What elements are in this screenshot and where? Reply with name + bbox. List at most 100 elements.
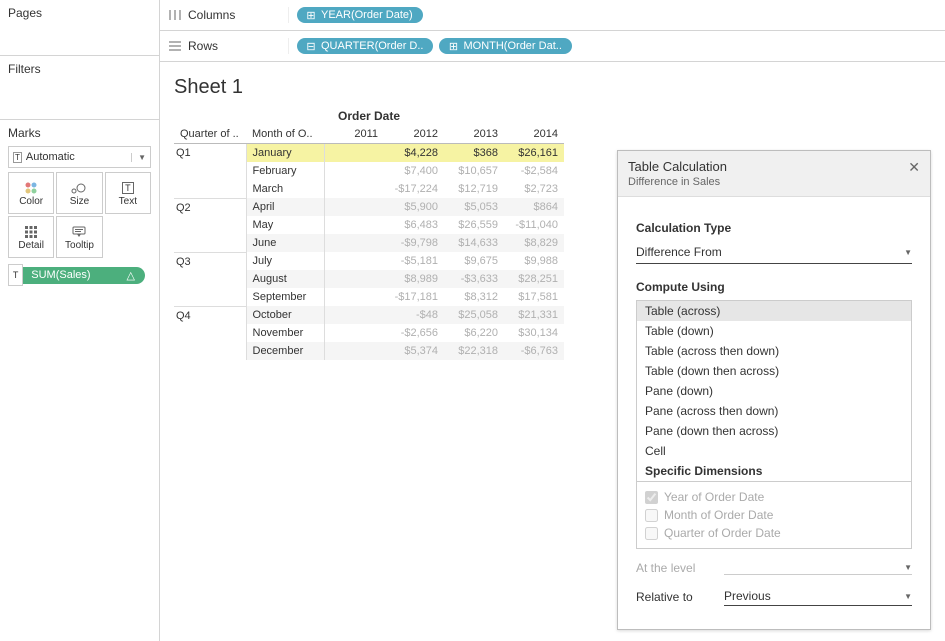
compute-option[interactable]: Cell <box>637 441 911 461</box>
value-cell[interactable]: -$17,181 <box>384 288 444 306</box>
value-cell[interactable]: $26,161 <box>504 144 564 163</box>
compute-option[interactable]: Table (down then across) <box>637 361 911 381</box>
table-row[interactable]: Q1January$4,228$368$26,161 <box>174 144 564 163</box>
value-cell[interactable]: -$9,798 <box>384 234 444 252</box>
quarter-cell[interactable]: Q1 <box>174 144 246 199</box>
value-cell[interactable]: -$2,584 <box>504 162 564 180</box>
marks-type-dropdown[interactable]: T Automatic ▼ <box>8 146 151 168</box>
month-cell[interactable]: February <box>246 162 324 180</box>
quarter-cell[interactable]: Q4 <box>174 306 246 360</box>
value-cell[interactable]: $5,053 <box>444 198 504 216</box>
value-cell[interactable] <box>324 288 384 306</box>
col-year[interactable]: 2012 <box>384 125 444 144</box>
value-cell[interactable]: -$3,633 <box>444 270 504 288</box>
col-year[interactable]: 2011 <box>324 125 384 144</box>
value-cell[interactable]: -$6,763 <box>504 342 564 360</box>
value-cell[interactable] <box>324 180 384 198</box>
col-year[interactable]: 2013 <box>444 125 504 144</box>
quarter-cell[interactable]: Q3 <box>174 252 246 306</box>
compute-option[interactable]: Specific Dimensions <box>637 461 911 481</box>
close-icon[interactable]: ✕ <box>908 159 920 176</box>
value-cell[interactable]: $8,312 <box>444 288 504 306</box>
sheet-title[interactable]: Sheet 1 <box>174 76 931 99</box>
value-cell[interactable]: $7,400 <box>384 162 444 180</box>
marks-color-button[interactable]: Color <box>8 172 54 214</box>
columns-shelf[interactable]: ⊞ YEAR(Order Date) <box>288 7 937 23</box>
month-cell[interactable]: October <box>246 306 324 324</box>
col-year[interactable]: 2014 <box>504 125 564 144</box>
col-quarter[interactable]: Quarter of .. <box>174 125 246 144</box>
month-cell[interactable]: January <box>246 144 324 163</box>
value-cell[interactable]: $21,331 <box>504 306 564 324</box>
rows-pill-quarter[interactable]: ⊟ QUARTER(Order D.. <box>297 38 433 54</box>
value-cell[interactable]: $8,829 <box>504 234 564 252</box>
compute-option[interactable]: Table (across) <box>637 301 911 321</box>
value-cell[interactable]: $864 <box>504 198 564 216</box>
value-cell[interactable]: $9,675 <box>444 252 504 270</box>
value-cell[interactable]: $5,900 <box>384 198 444 216</box>
value-cell[interactable]: $6,220 <box>444 324 504 342</box>
value-cell[interactable]: $22,318 <box>444 342 504 360</box>
month-cell[interactable]: May <box>246 216 324 234</box>
value-cell[interactable]: $26,559 <box>444 216 504 234</box>
columns-pill-year[interactable]: ⊞ YEAR(Order Date) <box>297 7 423 23</box>
value-cell[interactable] <box>324 162 384 180</box>
value-cell[interactable] <box>324 234 384 252</box>
value-cell[interactable]: -$48 <box>384 306 444 324</box>
value-cell[interactable]: $30,134 <box>504 324 564 342</box>
compute-option[interactable]: Pane (down) <box>637 381 911 401</box>
value-cell[interactable]: $9,988 <box>504 252 564 270</box>
month-cell[interactable]: April <box>246 198 324 216</box>
value-cell[interactable]: $4,228 <box>384 144 444 163</box>
value-cell[interactable] <box>324 144 384 163</box>
month-cell[interactable]: June <box>246 234 324 252</box>
relative-to-dropdown[interactable]: Previous ▼ <box>724 587 912 606</box>
month-cell[interactable]: August <box>246 270 324 288</box>
value-cell[interactable]: -$17,224 <box>384 180 444 198</box>
compute-option[interactable]: Pane (down then across) <box>637 421 911 441</box>
value-cell[interactable] <box>324 306 384 324</box>
marks-detail-button[interactable]: Detail <box>8 216 54 258</box>
value-cell[interactable]: $12,719 <box>444 180 504 198</box>
sum-sales-pill[interactable]: SUM(Sales) △ <box>23 267 145 284</box>
marks-tooltip-button[interactable]: Tooltip <box>56 216 102 258</box>
month-cell[interactable]: November <box>246 324 324 342</box>
table-row[interactable]: Q3July-$5,181$9,675$9,988 <box>174 252 564 270</box>
value-cell[interactable]: $5,374 <box>384 342 444 360</box>
rows-shelf[interactable]: ⊟ QUARTER(Order D.. ⊞ MONTH(Order Dat.. <box>288 38 937 54</box>
value-cell[interactable]: $2,723 <box>504 180 564 198</box>
value-cell[interactable] <box>324 198 384 216</box>
value-cell[interactable] <box>324 342 384 360</box>
marks-size-button[interactable]: Size <box>56 172 102 214</box>
month-cell[interactable]: September <box>246 288 324 306</box>
value-cell[interactable] <box>324 324 384 342</box>
marks-text-button[interactable]: T Text <box>105 172 151 214</box>
value-cell[interactable]: $6,483 <box>384 216 444 234</box>
value-cell[interactable]: -$5,181 <box>384 252 444 270</box>
value-cell[interactable] <box>324 216 384 234</box>
col-month[interactable]: Month of O.. <box>246 125 324 144</box>
value-cell[interactable]: $368 <box>444 144 504 163</box>
value-cell[interactable] <box>324 270 384 288</box>
value-cell[interactable]: $25,058 <box>444 306 504 324</box>
rows-pill-month[interactable]: ⊞ MONTH(Order Dat.. <box>439 38 571 54</box>
value-cell[interactable]: $14,633 <box>444 234 504 252</box>
value-cell[interactable]: -$11,040 <box>504 216 564 234</box>
value-cell[interactable]: $28,251 <box>504 270 564 288</box>
crosstab-table[interactable]: Quarter of ..Month of O..201120122013201… <box>174 125 564 360</box>
compute-option[interactable]: Table (down) <box>637 321 911 341</box>
month-cell[interactable]: December <box>246 342 324 360</box>
table-row[interactable]: Q2April$5,900$5,053$864 <box>174 198 564 216</box>
value-cell[interactable]: $17,581 <box>504 288 564 306</box>
compute-option[interactable]: Pane (across then down) <box>637 401 911 421</box>
value-cell[interactable] <box>324 252 384 270</box>
value-cell[interactable]: $10,657 <box>444 162 504 180</box>
month-cell[interactable]: July <box>246 252 324 270</box>
month-cell[interactable]: March <box>246 180 324 198</box>
value-cell[interactable]: -$2,656 <box>384 324 444 342</box>
quarter-cell[interactable]: Q2 <box>174 198 246 252</box>
calc-type-dropdown[interactable]: Difference From ▼ <box>636 241 912 264</box>
table-row[interactable]: Q4October-$48$25,058$21,331 <box>174 306 564 324</box>
value-cell[interactable]: $8,989 <box>384 270 444 288</box>
compute-option[interactable]: Table (across then down) <box>637 341 911 361</box>
